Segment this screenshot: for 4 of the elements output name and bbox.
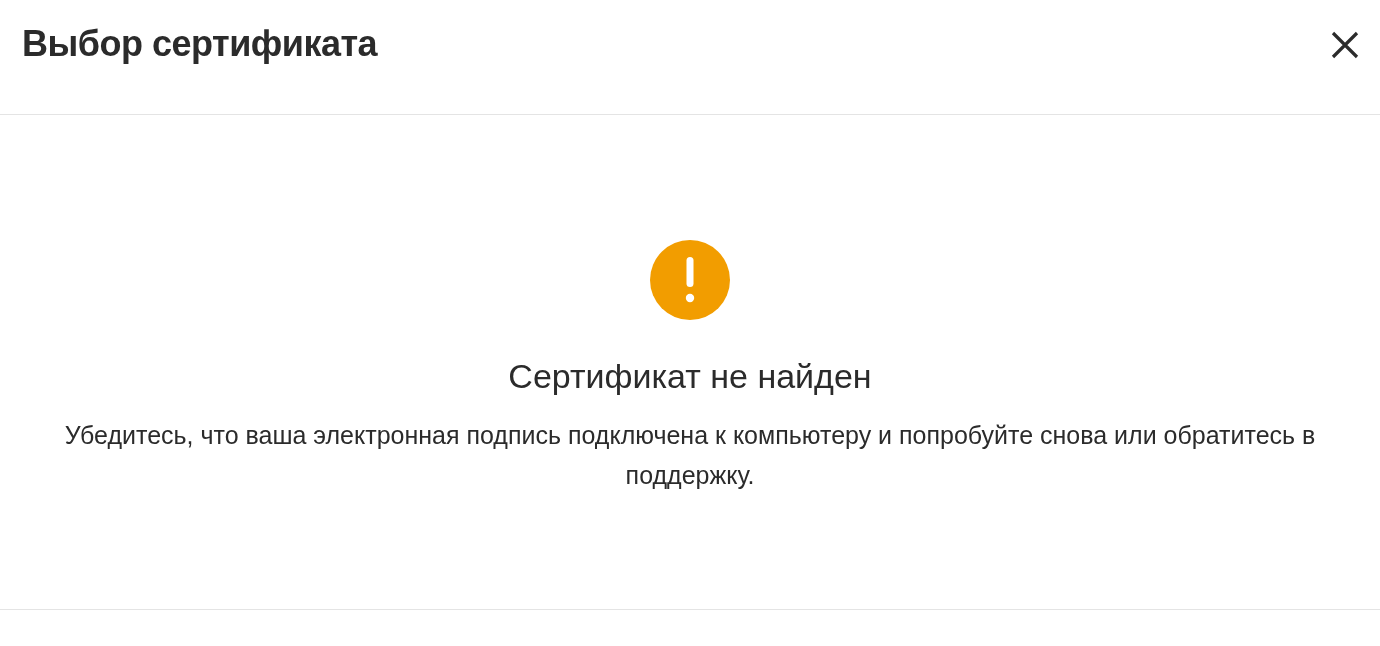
message-heading: Сертификат не найден — [508, 356, 872, 396]
warning-icon — [650, 240, 730, 320]
message-text: Убедитесь, что ваша электронная подпись подключена к компьютеру и попробуйте снова или обратитесь в поддержку. — [63, 420, 1317, 491]
dialog-title: Выбор сертификата — [22, 22, 378, 66]
